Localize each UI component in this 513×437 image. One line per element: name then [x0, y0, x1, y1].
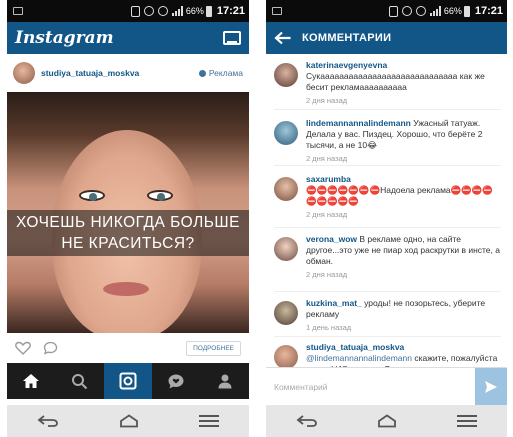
avatar[interactable] — [274, 345, 298, 367]
comment-time: 2 дня назад — [306, 210, 348, 219]
feed-screen: 66% 17:21 Instagram studiya_tatuaja_mosk… — [7, 0, 249, 437]
comment-item: kuzkina_mat_ уроды! не позорьтесь, убери… — [266, 298, 507, 333]
gallery-icon — [13, 7, 23, 15]
comment-username[interactable]: verona_wow — [306, 234, 357, 244]
bottom-tab-bar — [7, 363, 249, 399]
menu-icon[interactable] — [457, 415, 478, 427]
comment-time: 2 дня назад — [306, 96, 348, 105]
comments-header: КОММЕНТАРИИ — [266, 22, 507, 54]
comment-input[interactable]: Комментарий — [266, 382, 475, 392]
tab-profile[interactable] — [201, 363, 249, 399]
comment-username[interactable]: lindemannannalindemann — [306, 118, 411, 128]
battery-icon — [463, 5, 470, 17]
search-icon — [72, 373, 88, 389]
send-button[interactable] — [475, 367, 507, 406]
comment-text: ⛔⛔⛔⛔⛔⛔⛔Надоела реклама⛔⛔⛔⛔⛔⛔⛔⛔⛔ — [306, 185, 493, 206]
comment-item: verona_wow В рекламе одно, на сайте друг… — [266, 234, 507, 280]
sponsored-icon — [198, 69, 206, 77]
activity-icon — [168, 374, 184, 388]
comment-item: saxarumba ⛔⛔⛔⛔⛔⛔⛔Надоела реклама⛔⛔⛔⛔⛔⛔⛔⛔… — [266, 174, 507, 220]
home-nav-icon[interactable] — [119, 414, 139, 428]
camera-icon — [119, 372, 137, 390]
clock: 17:21 — [216, 5, 245, 17]
avatar[interactable] — [274, 237, 298, 261]
clock: 17:21 — [474, 5, 503, 17]
tab-search[interactable] — [55, 363, 103, 399]
sim-icon — [388, 5, 398, 17]
comment-input-bar: Комментарий — [266, 367, 507, 406]
post-image[interactable]: ХОЧЕШЬ НИКОГДА БОЛЬШЕ НЕ КРАСИТЬСЯ? — [7, 92, 249, 333]
sim-icon — [130, 5, 140, 17]
comment-icon[interactable] — [43, 341, 58, 355]
comment-username[interactable]: katerinaevgenyevna — [306, 60, 387, 70]
home-icon — [23, 374, 40, 388]
inbox-icon[interactable] — [223, 31, 241, 45]
battery-percent: 66% — [185, 6, 204, 16]
page-title: КОММЕНТАРИИ — [302, 32, 392, 44]
sponsored-text: Реклама — [208, 68, 243, 78]
comment-time: 1 день назад — [306, 323, 352, 332]
avatar[interactable] — [13, 62, 35, 84]
alarm-icon — [401, 6, 412, 16]
alarm-icon — [143, 6, 154, 16]
divider — [274, 227, 501, 228]
back-icon[interactable] — [296, 415, 318, 427]
comment-list: katerinaevgenyevna Сукаааааааааааааааааа… — [266, 54, 507, 367]
post-actions: ПОДРОБНЕЕ — [7, 333, 249, 363]
eye-left — [79, 190, 105, 201]
comment-text: Сукааааааааааааааааааааааааааааа как же … — [306, 71, 485, 92]
gallery-icon — [272, 7, 282, 15]
battery-percent: 66% — [443, 6, 462, 16]
learn-more-button[interactable]: ПОДРОБНЕЕ — [186, 340, 241, 356]
comment-time: 2 дня назад — [306, 270, 348, 279]
back-icon[interactable] — [37, 415, 59, 427]
eye-right — [147, 190, 173, 201]
lips — [103, 282, 149, 296]
home-nav-icon[interactable] — [377, 414, 397, 428]
avatar[interactable] — [274, 121, 298, 145]
system-nav-bar — [266, 405, 507, 437]
comment-username[interactable]: studiya_tatuaja_moskva — [306, 342, 404, 352]
menu-icon[interactable] — [199, 415, 219, 427]
avatar[interactable] — [274, 63, 298, 87]
divider — [274, 109, 501, 110]
image-caption: ХОЧЕШЬ НИКОГДА БОЛЬШЕ НЕ КРАСИТЬСЯ? — [16, 214, 240, 252]
sponsored-label[interactable]: Реклама — [198, 68, 243, 78]
divider — [274, 165, 501, 166]
signal-icon — [429, 6, 441, 16]
profile-icon — [218, 374, 232, 389]
comment-item: studiya_tatuaja_moskva @lindemannannalin… — [266, 342, 507, 367]
avatar[interactable] — [274, 177, 298, 201]
comment-username[interactable]: saxarumba — [306, 174, 351, 184]
comment-item: lindemannannalindemann Ужасный татуаж. Д… — [266, 118, 507, 164]
app-header: Instagram — [7, 22, 249, 54]
comment-time: 2 дня назад — [306, 154, 348, 163]
post-username[interactable]: studiya_tatuaja_moskva — [41, 68, 199, 78]
comment-item: katerinaevgenyevna Сукаааааааааааааааааа… — [266, 60, 507, 106]
status-bar: 66% 17:21 — [266, 0, 507, 22]
app-logo: Instagram — [15, 28, 114, 48]
battery-icon — [205, 5, 212, 17]
comment-mention[interactable]: @lindemannannalindemann — [306, 353, 412, 363]
divider — [274, 291, 501, 292]
back-arrow-icon[interactable] — [274, 31, 292, 45]
comment-username[interactable]: kuzkina_mat_ — [306, 298, 362, 308]
tab-activity[interactable] — [152, 363, 200, 399]
divider — [274, 336, 501, 337]
status-bar: 66% 17:21 — [7, 0, 249, 22]
wifi-icon — [415, 6, 426, 16]
system-nav-bar — [7, 405, 249, 437]
comments-screen: 66% 17:21 КОММЕНТАРИИ katerinaevgenyevna… — [266, 0, 507, 437]
wifi-icon — [157, 6, 168, 16]
send-icon — [485, 380, 497, 393]
tab-camera[interactable] — [103, 363, 153, 399]
tab-home[interactable] — [7, 363, 55, 399]
heart-icon[interactable] — [15, 341, 31, 355]
signal-icon — [171, 6, 183, 16]
post-header: studiya_tatuaja_moskva Реклама — [7, 54, 249, 92]
avatar[interactable] — [274, 301, 298, 325]
